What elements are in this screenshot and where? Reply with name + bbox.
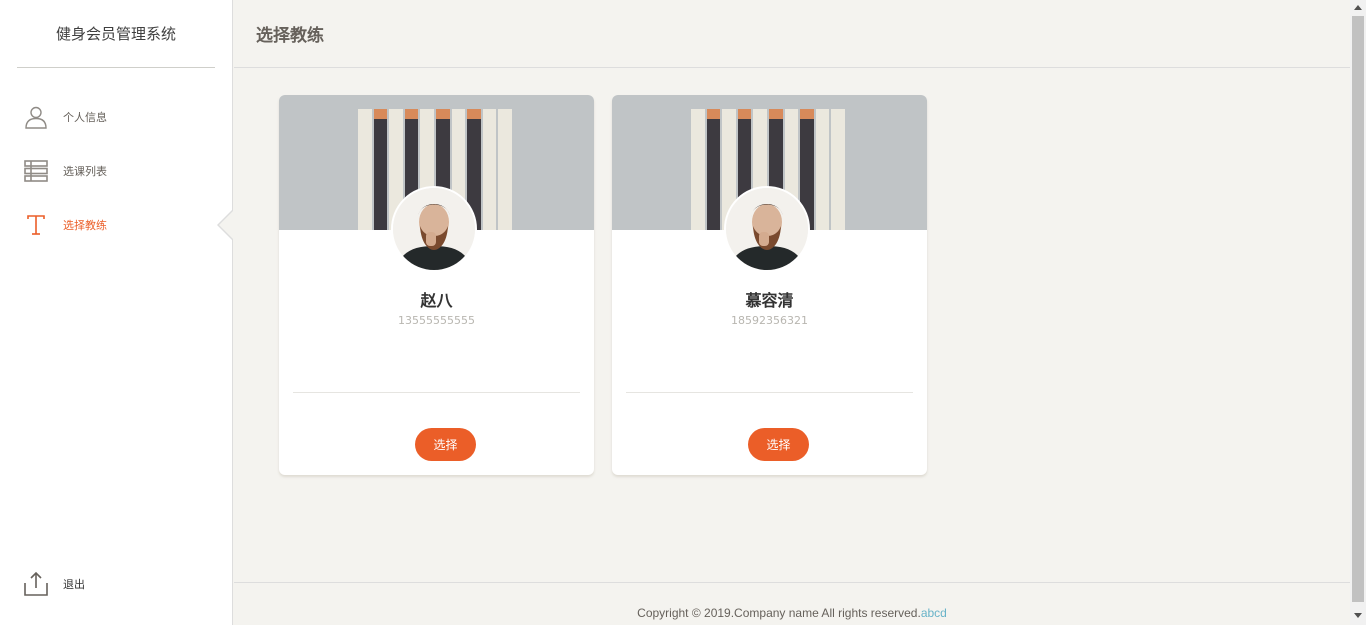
scroll-up-arrow-icon[interactable] [1354, 5, 1362, 10]
copyright-text: Copyright © 2019.Company name All rights… [637, 606, 921, 620]
footer-link[interactable]: abcd [921, 606, 947, 620]
coach-card: 赵八 13555555555 选择 [279, 95, 594, 475]
scrollbar-thumb[interactable] [1352, 16, 1364, 602]
user-icon [24, 105, 48, 129]
sidebar-item-profile[interactable]: 个人信息 [0, 90, 232, 144]
coach-phone: 13555555555 [398, 314, 475, 327]
footer: Copyright © 2019.Company name All rights… [234, 582, 1350, 625]
sidebar-item-label: 选择教练 [63, 219, 107, 232]
avatar [391, 186, 477, 272]
sidebar-item-label: 个人信息 [63, 111, 107, 124]
avatar [724, 186, 810, 272]
page-title: 选择教练 [256, 26, 324, 46]
coach-card: 慕容清 18592356321 选择 [612, 95, 927, 475]
coach-name: 赵八 [420, 291, 453, 310]
sidebar-item-select-coach[interactable]: 选择教练 [0, 198, 233, 252]
select-coach-button[interactable]: 选择 [415, 428, 476, 461]
card-divider [626, 392, 913, 393]
scroll-down-arrow-icon[interactable] [1354, 613, 1362, 618]
text-t-icon [24, 213, 48, 237]
select-coach-button[interactable]: 选择 [748, 428, 809, 461]
logout-label: 退出 [63, 578, 85, 591]
list-icon [24, 159, 48, 183]
sidebar-item-course-list[interactable]: 选课列表 [0, 144, 232, 198]
coach-name: 慕容清 [745, 291, 794, 310]
vertical-scrollbar[interactable] [1350, 0, 1366, 625]
coach-card-list: 赵八 13555555555 选择 慕容清 18592356321 选择 [279, 95, 927, 475]
logout-button[interactable]: 退出 [0, 569, 85, 599]
sidebar-item-label: 选课列表 [63, 165, 107, 178]
app-title: 健身会员管理系统 [17, 0, 215, 68]
card-divider [293, 392, 580, 393]
page-header: 选择教练 [234, 0, 1350, 68]
upload-icon [24, 571, 48, 597]
sidebar: 健身会员管理系统 个人信息 选课列表 选择教练 退出 [0, 0, 233, 625]
sidebar-nav: 个人信息 选课列表 选择教练 [0, 90, 233, 252]
coach-phone: 18592356321 [731, 314, 808, 327]
